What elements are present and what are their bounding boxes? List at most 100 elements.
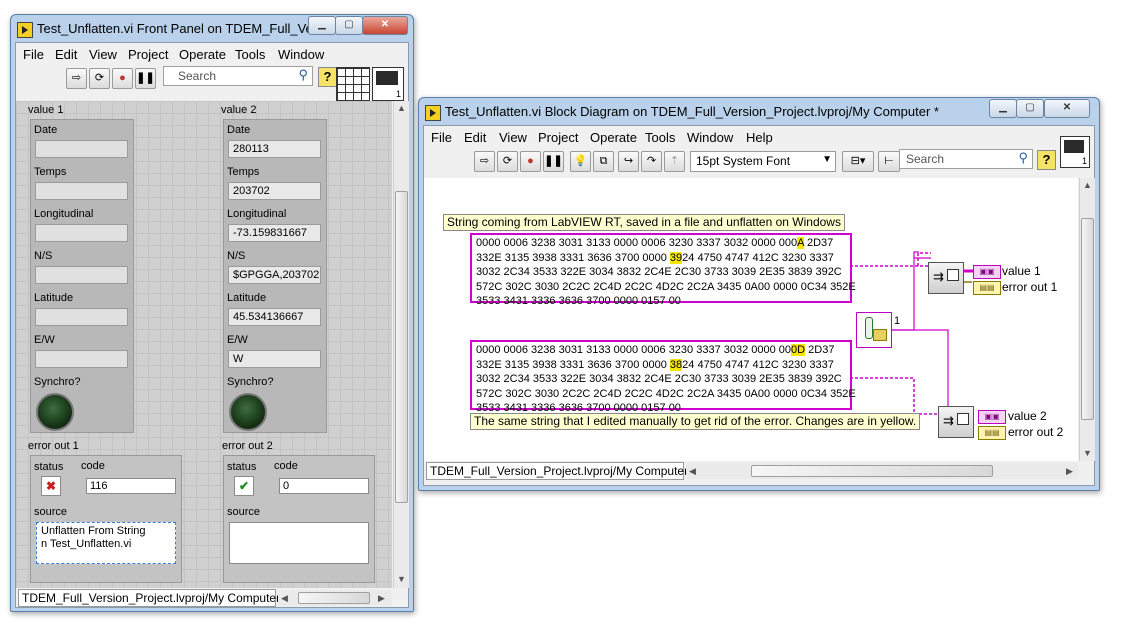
distribute-objects-icon[interactable]: ⊢ — [878, 151, 900, 172]
block-diagram-hscroll-thumb[interactable] — [751, 465, 993, 477]
value1-date-field[interactable] — [35, 140, 128, 158]
close-button[interactable]: ✕ — [362, 16, 408, 35]
unflatten-icon: ⇉ — [943, 413, 954, 428]
retain-wire-values-icon[interactable]: ⧉ — [593, 151, 614, 172]
value1-terminal-icon[interactable]: ▣▣ — [973, 265, 1001, 279]
value2-terminal-icon[interactable]: ▣▣ — [978, 410, 1006, 424]
font-select-value: 15pt System Font — [696, 154, 791, 168]
abort-icon[interactable]: ● — [520, 151, 541, 172]
font-select[interactable]: 15pt System Font ▼ — [690, 151, 836, 172]
block-diagram-vscroll-thumb[interactable] — [1081, 218, 1094, 420]
error2-code-field[interactable]: 0 — [279, 478, 369, 494]
menu-file[interactable]: File — [23, 47, 44, 62]
s1-l2h: 39 — [669, 251, 683, 264]
front-panel-vscroll-thumb[interactable] — [395, 191, 408, 503]
block-diagram-hscroll[interactable]: ◀ ▶ — [686, 463, 1078, 479]
value2-ew-field[interactable]: W — [228, 350, 321, 368]
pause-icon[interactable]: ❚❚ — [543, 151, 564, 172]
menu-project[interactable]: Project — [538, 130, 578, 145]
scroll-down-icon[interactable]: ▼ — [397, 574, 406, 584]
cluster-type-constant[interactable] — [856, 312, 892, 348]
search-icon[interactable]: ⚲ — [1018, 150, 1028, 166]
value1-longitudinal-field[interactable] — [35, 224, 128, 242]
search-input[interactable]: Search ⚲ — [899, 149, 1033, 169]
menu-window[interactable]: Window — [687, 130, 733, 145]
menu-file[interactable]: File — [431, 130, 452, 145]
front-panel-canvas: value 1 Date Temps Longitudinal N/S Lati… — [16, 101, 392, 588]
scroll-right-icon[interactable]: ▶ — [1066, 466, 1073, 477]
scroll-right-icon[interactable]: ▶ — [378, 593, 385, 604]
block-diagram-titlebar[interactable]: Test_Unflatten.vi Block Diagram on TDEM_… — [419, 98, 1099, 126]
value2-ns-field[interactable]: $GPGGA,203702, — [228, 266, 321, 284]
value2-date-field[interactable]: 280113 — [228, 140, 321, 158]
error1-code-field[interactable]: 116 — [86, 478, 176, 494]
scroll-up-icon[interactable]: ▲ — [1083, 180, 1092, 190]
help-icon[interactable]: ? — [1037, 150, 1056, 170]
front-panel-hscroll[interactable]: ◀ ▶ — [278, 590, 392, 606]
value1-temps-field[interactable] — [35, 182, 128, 200]
scroll-up-icon[interactable]: ▲ — [397, 103, 406, 113]
scroll-down-icon[interactable]: ▼ — [1083, 448, 1092, 458]
maximize-button[interactable]: ▢ — [335, 16, 363, 35]
step-out-icon[interactable]: ⇡ — [664, 151, 685, 172]
block-diagram-title: Test_Unflatten.vi Block Diagram on TDEM_… — [445, 104, 939, 119]
menu-operate[interactable]: Operate — [179, 47, 226, 62]
run-arrow-icon[interactable]: ⇨ — [66, 68, 87, 89]
menu-view[interactable]: View — [89, 47, 117, 62]
value1-ns-field[interactable] — [35, 266, 128, 284]
value1-longitudinal-label: Longitudinal — [34, 208, 94, 220]
s1-l4: 572C 302C 3030 2C2C 2C4D 2C2C 4D2C 2C2A … — [476, 280, 856, 293]
search-input[interactable]: Search ⚲ — [163, 66, 313, 86]
minimize-button[interactable]: ▁ — [308, 16, 336, 35]
step-into-icon[interactable]: ↪ — [618, 151, 639, 172]
menu-tools[interactable]: Tools — [235, 47, 265, 62]
menu-project[interactable]: Project — [128, 47, 168, 62]
front-panel-hscroll-thumb[interactable] — [298, 592, 370, 604]
comment-string-from-rt[interactable]: String coming from LabVIEW RT, saved in … — [443, 214, 845, 231]
block-diagram-vscroll[interactable]: ▲ ▼ — [1079, 178, 1095, 461]
error-out-2-terminal-icon[interactable]: ▤▤ — [978, 426, 1006, 440]
menu-help[interactable]: Help — [746, 130, 773, 145]
unflatten-from-string-node-2[interactable]: ⇉ — [938, 406, 974, 438]
pause-icon[interactable]: ❚❚ — [135, 68, 156, 89]
error1-source-field[interactable]: Unflatten From String n Test_Unflatten.v… — [36, 522, 176, 564]
scroll-left-icon[interactable]: ◀ — [689, 466, 696, 477]
value1-ew-field[interactable] — [35, 350, 128, 368]
comment-edited-string[interactable]: The same string that I edited manually t… — [470, 413, 921, 430]
value2-longitudinal-field[interactable]: -73.159831667 — [228, 224, 321, 242]
value2-synchro-led[interactable] — [229, 393, 267, 431]
error2-source-field[interactable] — [229, 522, 369, 564]
value2-latitude-field[interactable]: 45.534136667 — [228, 308, 321, 326]
string-constant-original[interactable]: 0000 0006 3238 3031 3133 0000 0006 3230 … — [470, 233, 856, 307]
error-out-1-terminal-icon[interactable]: ▤▤ — [973, 281, 1001, 295]
run-arrow-icon[interactable]: ⇨ — [474, 151, 495, 172]
menu-edit[interactable]: Edit — [55, 47, 77, 62]
search-icon[interactable]: ⚲ — [298, 67, 308, 83]
value2-temps-field[interactable]: 203702 — [228, 182, 321, 200]
run-continuously-icon[interactable]: ⟳ — [497, 151, 518, 172]
value2-cluster: Date 280113 Temps 203702 Longitudinal -7… — [223, 119, 327, 433]
step-over-icon[interactable]: ↷ — [641, 151, 662, 172]
help-icon[interactable]: ? — [318, 67, 337, 87]
menu-edit[interactable]: Edit — [464, 130, 486, 145]
minimize-button[interactable]: ▁ — [989, 99, 1017, 118]
abort-icon[interactable]: ● — [112, 68, 133, 89]
value1-latitude-field[interactable] — [35, 308, 128, 326]
menu-tools[interactable]: Tools — [645, 130, 675, 145]
run-continuously-icon[interactable]: ⟳ — [89, 68, 110, 89]
scroll-left-icon[interactable]: ◀ — [281, 593, 288, 604]
string-constant-edited[interactable]: 0000 0006 3238 3031 3133 0000 0006 3230 … — [470, 340, 856, 414]
error2-status-label: status — [227, 461, 257, 473]
value1-synchro-led[interactable] — [36, 393, 74, 431]
menu-operate[interactable]: Operate — [590, 130, 637, 145]
front-panel-vscroll[interactable]: ▲ ▼ — [393, 101, 409, 588]
front-panel-titlebar[interactable]: Test_Unflatten.vi Front Panel on TDEM_Fu… — [11, 15, 413, 43]
menu-window[interactable]: Window — [278, 47, 324, 62]
s2-l1b: 2D37 — [805, 344, 835, 356]
close-button[interactable]: ✕ — [1044, 99, 1090, 118]
unflatten-from-string-node-1[interactable]: ⇉ — [928, 262, 964, 294]
menu-view[interactable]: View — [499, 130, 527, 145]
maximize-button[interactable]: ▢ — [1016, 99, 1044, 118]
highlight-execution-icon[interactable]: 💡 — [570, 151, 591, 172]
align-objects-icon[interactable]: ⊟▾ — [842, 151, 874, 172]
